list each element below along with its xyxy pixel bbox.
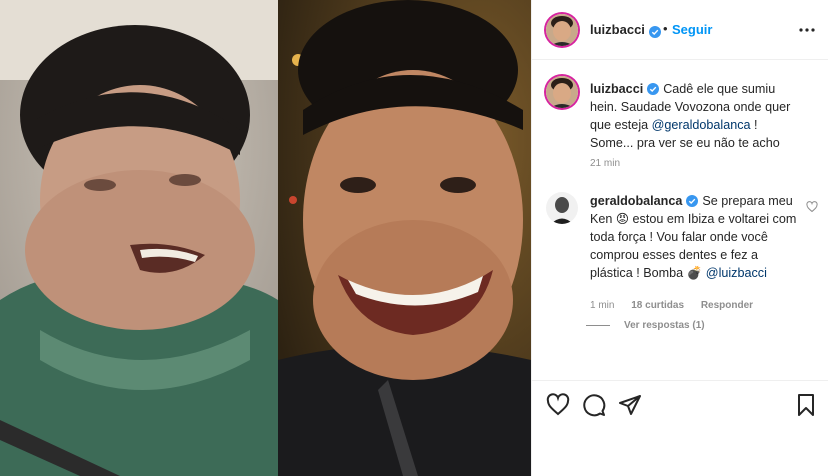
verified-badge-icon — [686, 195, 699, 207]
photo-after — [278, 0, 531, 476]
author-username[interactable]: luizbacci — [590, 22, 645, 37]
caption-avatar[interactable] — [546, 76, 578, 108]
comment-meta: 1 min 18 curtidas Responder — [590, 300, 767, 311]
comment-timestamp[interactable]: 1 min — [590, 300, 614, 311]
caption-text: luizbacci Cadê ele que sumiu hein. Saudad… — [590, 80, 800, 152]
action-bar — [532, 380, 828, 430]
share-icon[interactable] — [618, 393, 642, 417]
verified-badge-icon — [646, 23, 661, 41]
bookmark-icon[interactable] — [794, 393, 818, 417]
photo-before — [0, 0, 278, 476]
comment-like-heart-icon[interactable] — [806, 200, 818, 213]
caption-timestamp[interactable]: 21 min — [590, 158, 620, 169]
caption-meta: 21 min — [590, 158, 634, 169]
comment-icon[interactable] — [582, 393, 606, 417]
follow-button[interactable]: Seguir — [672, 22, 712, 37]
author-avatar[interactable] — [546, 14, 578, 46]
post-side-panel: luizbacci • Seguir luizbacci Cadê ele que… — [531, 0, 828, 476]
verified-badge-icon — [647, 83, 660, 95]
commenter-avatar[interactable] — [546, 192, 578, 224]
reply-button[interactable]: Responder — [701, 300, 753, 311]
comment-mention-link[interactable]: @luizbacci — [706, 266, 767, 280]
post-header: luizbacci • Seguir — [532, 0, 828, 60]
view-replies-button[interactable]: Ver respostas (1) — [624, 320, 705, 331]
heart-icon[interactable] — [546, 393, 570, 417]
comment-likes-count[interactable]: 18 curtidas — [631, 300, 684, 311]
separator-dot: • — [663, 21, 668, 36]
post-media[interactable] — [0, 0, 531, 476]
caption-username[interactable]: luizbacci — [590, 82, 643, 96]
comment-text: geraldobalanca Se prepara meu Ken 😡 estou… — [590, 192, 800, 282]
comment-username[interactable]: geraldobalanca — [590, 194, 682, 208]
more-options-icon[interactable] — [798, 22, 816, 38]
caption-mention-link[interactable]: @geraldobalanca — [652, 118, 751, 132]
